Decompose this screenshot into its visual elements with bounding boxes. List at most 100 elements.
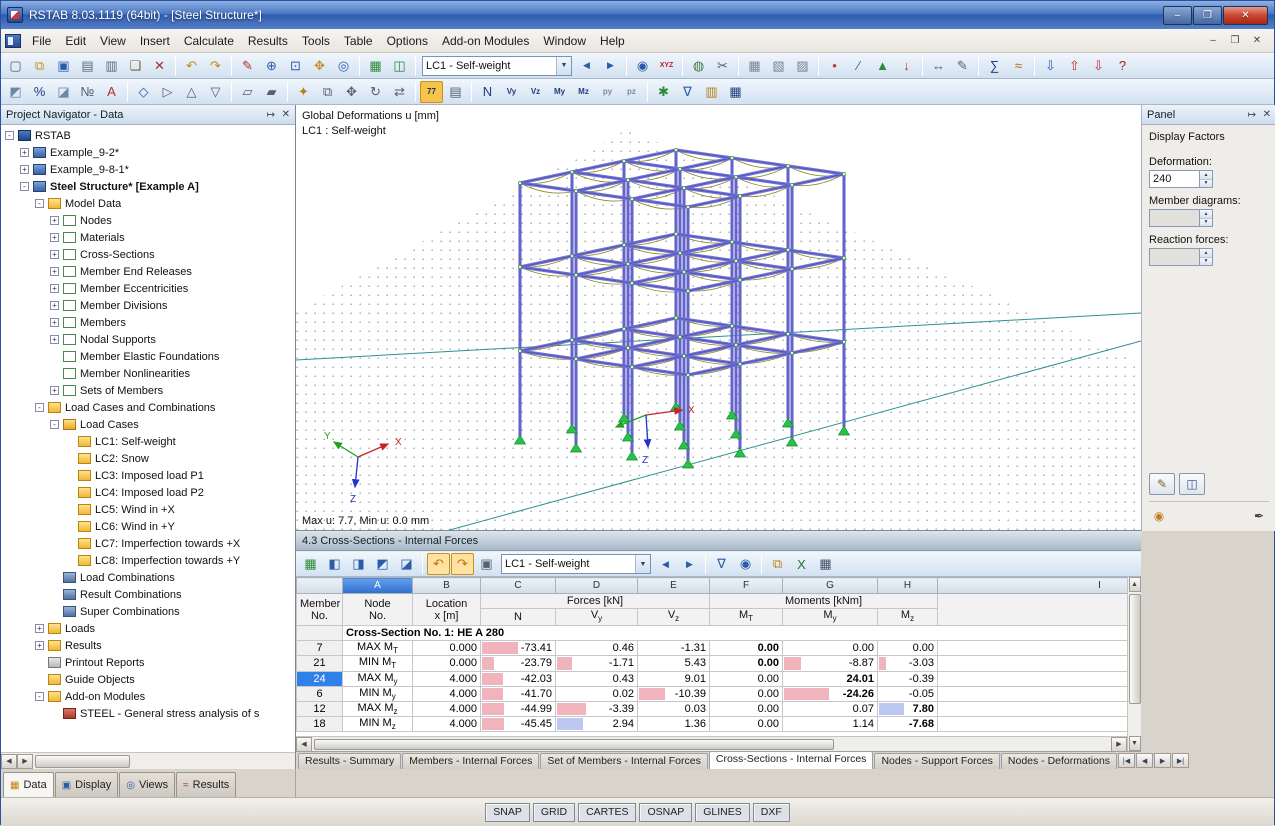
internal-forces-table[interactable]: A B C D E F G H I Member No. Node No. Location x [m] Fo… <box>296 577 1141 733</box>
filter-results-icon[interactable]: ∇ <box>710 553 733 575</box>
menu-window[interactable]: Window <box>536 31 593 51</box>
full-view-icon[interactable]: ◎ <box>332 55 355 77</box>
tree-item[interactable]: LC6: Wind in +Y <box>1 518 295 535</box>
spin-up-icon[interactable]: ▲ <box>1200 210 1212 219</box>
last-table-tab-icon[interactable]: ▶| <box>1172 753 1190 768</box>
menu-calculate[interactable]: Calculate <box>177 31 241 51</box>
member-no-cell[interactable]: 12 <box>296 700 343 718</box>
value-cell[interactable]: -3.39 <box>555 700 638 718</box>
menu-file[interactable]: File <box>25 31 58 51</box>
move-object-icon[interactable]: ✥ <box>340 81 363 103</box>
result-my-icon[interactable]: My <box>548 81 571 103</box>
expand-icon[interactable]: + <box>50 386 59 395</box>
previous-load-case-icon[interactable]: ◀ <box>575 55 598 77</box>
generate-model-icon[interactable]: ✦ <box>292 81 315 103</box>
tree-item[interactable]: LC1: Self-weight <box>1 433 295 450</box>
work-plane-icon[interactable]: ▧ <box>767 55 790 77</box>
table-load-case-combo[interactable]: LC1 - Self-weight ▼ <box>501 554 651 574</box>
rotate-object-icon[interactable]: ↻ <box>364 81 387 103</box>
tree-item[interactable]: + Sets of Members <box>1 382 295 399</box>
spin-up-icon[interactable]: ▲ <box>1200 171 1212 180</box>
close-icon[interactable]: ✕ <box>282 109 290 120</box>
table-tab-results-summary[interactable]: Results - Summary <box>298 753 402 769</box>
edit-member-icon[interactable]: ✎ <box>236 55 259 77</box>
scrollbar-thumb[interactable] <box>314 738 834 750</box>
value-cell[interactable]: -1.31 <box>637 640 710 657</box>
result-rows-fwd-icon[interactable]: ↷ <box>451 553 474 575</box>
node-criterion-cell[interactable]: MAX My <box>342 670 413 687</box>
tree-item[interactable]: - Steel Structure* [Example A] <box>1 178 295 195</box>
value-cell[interactable]: -3.03 <box>877 655 938 672</box>
value-cell[interactable]: -10.39 <box>637 685 710 702</box>
table-row[interactable]: 18 MIN Mz 4.000 -45.45 2.94 1.36 0.00 1.14 -7.68 <box>296 716 1141 733</box>
visibility-icon[interactable]: ◍ <box>687 55 710 77</box>
value-cell[interactable]: 9.01 <box>637 670 710 687</box>
expand-icon[interactable]: + <box>35 624 44 633</box>
column-letter-blank[interactable] <box>296 577 343 594</box>
pan-view-icon[interactable]: ✥ <box>308 55 331 77</box>
value-cell[interactable]: 0.00 <box>709 700 783 718</box>
node-criterion-cell[interactable]: MIN Mz <box>342 716 413 733</box>
table-show-icon[interactable]: ▦ <box>364 55 387 77</box>
collapse-icon[interactable]: - <box>35 692 44 701</box>
expand-icon[interactable]: + <box>20 148 29 157</box>
value-cell[interactable]: 1.14 <box>782 716 878 733</box>
comment-icon[interactable]: ✎ <box>951 55 974 77</box>
help-icon[interactable]: ? <box>1111 55 1134 77</box>
document-icon[interactable] <box>5 33 21 48</box>
node-criterion-cell[interactable]: MAX Mz <box>342 700 413 718</box>
node-criterion-cell[interactable]: MIN MT <box>342 655 413 672</box>
tree-item[interactable]: Result Combinations <box>1 586 295 603</box>
tree-item[interactable]: + Example_9-2* <box>1 144 295 161</box>
member-no-cell[interactable]: 21 <box>296 655 343 672</box>
value-cell[interactable]: -0.05 <box>877 685 938 702</box>
scroll-down-icon[interactable]: ▼ <box>1128 736 1141 751</box>
edit-display-factors-button[interactable]: ✎ <box>1149 473 1175 495</box>
animation-icon[interactable]: ✱ <box>652 81 675 103</box>
zoom-window-icon[interactable]: ⊡ <box>284 55 307 77</box>
column-letter-F[interactable]: F <box>709 577 783 594</box>
view-in-x-icon[interactable]: ▷ <box>156 81 179 103</box>
result-n-icon[interactable]: N <box>476 81 499 103</box>
table-settings-icon[interactable]: ▣ <box>475 553 498 575</box>
value-cell[interactable]: 2.94 <box>555 716 638 733</box>
spin-down-icon[interactable]: ▼ <box>1200 257 1212 265</box>
mdi-close-button[interactable]: ✕ <box>1248 33 1266 49</box>
value-cell[interactable]: -23.79 <box>480 655 556 672</box>
menu-insert[interactable]: Insert <box>133 31 177 51</box>
grid-icon[interactable]: ▦ <box>743 55 766 77</box>
collapse-icon[interactable]: - <box>35 403 44 412</box>
chevron-down-icon[interactable]: ▼ <box>635 555 650 573</box>
value-cell[interactable]: 24.01 <box>782 670 878 687</box>
location-cell[interactable]: 0.000 <box>412 655 481 672</box>
axes-xyz-icon[interactable]: XYZ <box>655 55 678 77</box>
goto-last-table-icon[interactable]: ◪ <box>395 553 418 575</box>
scrollbar-thumb[interactable] <box>1128 594 1141 704</box>
expand-icon[interactable]: + <box>50 250 59 259</box>
status-toggle-grid[interactable]: GRID <box>532 802 576 822</box>
minimize-button[interactable]: – <box>1163 5 1192 25</box>
value-cell[interactable]: 0.00 <box>709 685 783 702</box>
location-cell[interactable]: 4.000 <box>412 670 481 687</box>
tree-item[interactable]: + Member End Releases <box>1 263 295 280</box>
status-toggle-cartes[interactable]: CARTES <box>578 802 637 822</box>
node-criterion-cell[interactable]: MIN My <box>342 685 413 702</box>
spinner[interactable]: ▲ ▼ <box>1199 171 1212 187</box>
member-no-cell[interactable]: 24 <box>296 670 343 687</box>
new-load-icon[interactable]: ↓ <box>895 55 918 77</box>
table-hscrollbar[interactable]: ◀ ▶ <box>296 736 1127 751</box>
diagram-filter-icon[interactable]: ∇ <box>676 81 699 103</box>
menu-help[interactable]: Help <box>593 31 632 51</box>
goto-first-table-icon[interactable]: ◧ <box>323 553 346 575</box>
panel-options-button[interactable]: ◫ <box>1179 473 1205 495</box>
expand-icon[interactable]: + <box>20 165 29 174</box>
mdi-restore-button[interactable]: ❐ <box>1226 33 1244 49</box>
panel-toggle-icon[interactable]: ▦ <box>724 81 747 103</box>
value-cell[interactable]: 0.03 <box>637 700 710 718</box>
expand-icon[interactable]: + <box>50 267 59 276</box>
collapse-icon[interactable]: - <box>35 199 44 208</box>
value-cell[interactable]: 0.46 <box>555 640 638 657</box>
value-cell[interactable]: -8.87 <box>782 655 878 672</box>
spinner[interactable]: ▲ ▼ <box>1199 249 1212 265</box>
close-icon[interactable]: ✕ <box>1263 109 1271 120</box>
